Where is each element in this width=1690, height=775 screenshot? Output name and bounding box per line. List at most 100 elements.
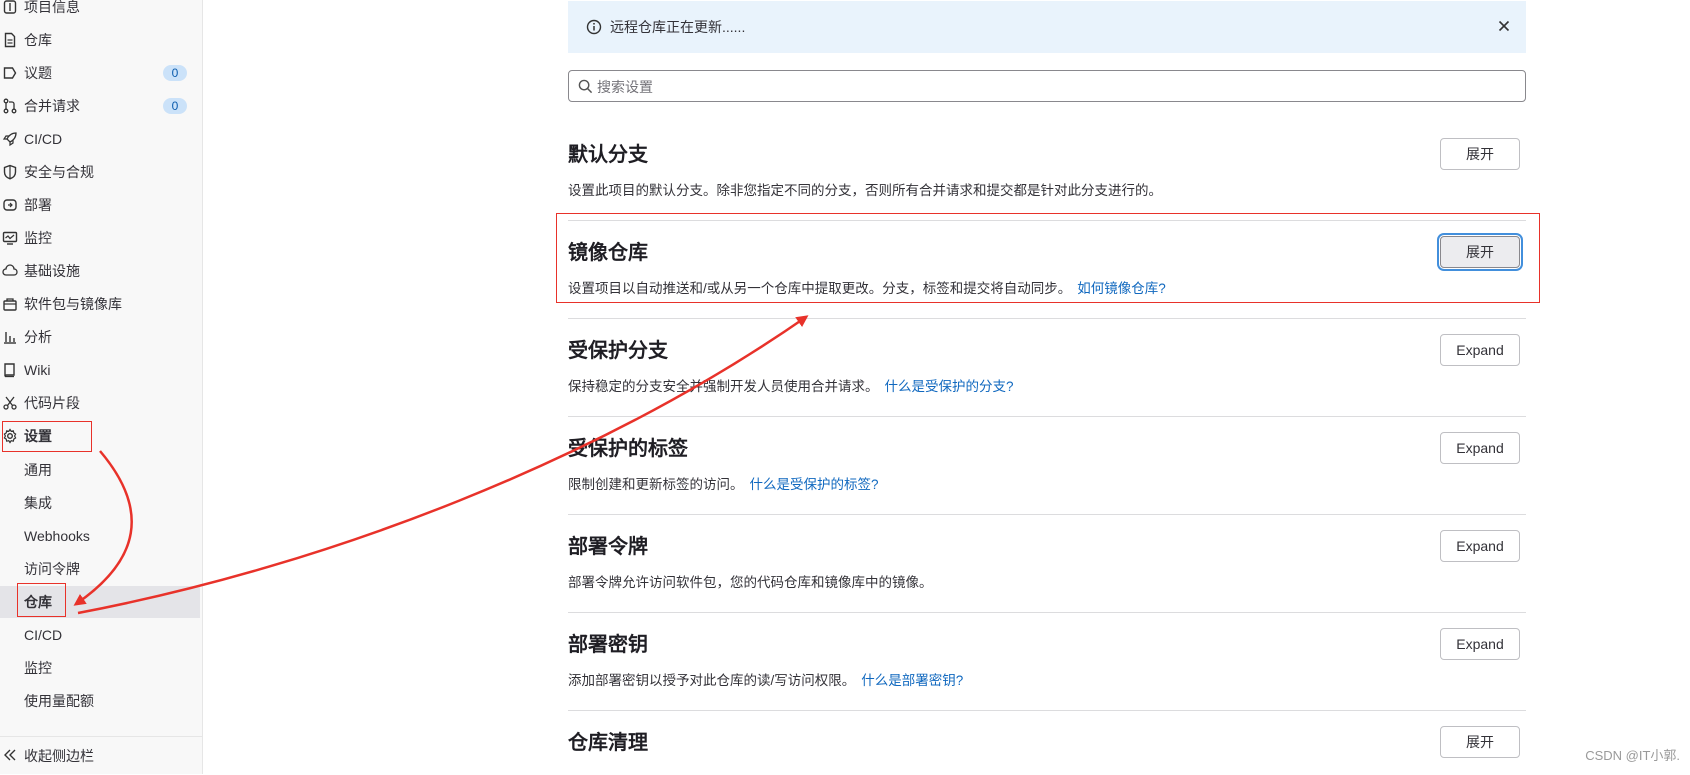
annotation-box-settings xyxy=(2,421,92,452)
sidebar-item-issues[interactable]: 议题 0 xyxy=(0,58,203,88)
sidebar-item-merge-requests[interactable]: 合并请求 0 xyxy=(0,91,203,121)
watermark: CSDN @IT小郭. xyxy=(1585,748,1680,763)
close-icon[interactable] xyxy=(1496,18,1512,37)
sidebar-item-label: 软件包与镜像库 xyxy=(24,296,122,312)
scissors-icon xyxy=(0,393,20,413)
section-title: 默认分支 xyxy=(568,144,648,166)
sidebar-subitem-label: Webhooks xyxy=(24,528,90,544)
section-description-text: 部署令牌允许访问软件包，您的代码仓库和镜像库中的镜像。 xyxy=(568,575,933,590)
sidebar-subitem-label: 访问令牌 xyxy=(24,561,80,577)
sidebar-item-label: 代码片段 xyxy=(24,395,80,411)
sidebar-item-label: 监控 xyxy=(24,230,52,246)
chart-icon xyxy=(0,327,20,347)
expand-button[interactable]: Expand xyxy=(1440,432,1520,464)
repository-icon xyxy=(0,30,20,50)
sidebar-item-cicd[interactable]: CI/CD xyxy=(0,124,203,154)
sidebar-subitem-label: CI/CD xyxy=(24,627,63,643)
help-link[interactable]: 什么是部署密钥? xyxy=(861,673,963,688)
issues-count-badge: 0 xyxy=(163,65,187,81)
sidebar-subitem-webhooks[interactable]: Webhooks xyxy=(0,520,200,552)
merge-requests-count-badge: 0 xyxy=(163,98,187,114)
sidebar-subitem-integrations[interactable]: 集成 xyxy=(0,487,200,519)
section-title: 仓库清理 xyxy=(568,732,648,754)
double-chevron-left-icon xyxy=(2,747,18,766)
help-link[interactable]: 什么是受保护的标签? xyxy=(750,477,879,492)
sidebar-item-label: 仓库 xyxy=(24,32,52,48)
shield-icon xyxy=(0,162,20,182)
sidebar-item-deploy[interactable]: 部署 xyxy=(0,190,203,220)
section-title: 受保护的标签 xyxy=(568,438,688,460)
section-description-text: 添加部署密钥以授予对此仓库的读/写访问权限。 xyxy=(568,673,856,688)
sidebar-item-wiki[interactable]: Wiki xyxy=(0,355,203,385)
section-title: 部署密钥 xyxy=(568,634,648,656)
section-title: 受保护分支 xyxy=(568,340,668,362)
annotation-box-mirror-repository xyxy=(556,213,1540,303)
sidebar-item-security[interactable]: 安全与合规 xyxy=(0,157,203,187)
sidebar-item-label: 项目信息 xyxy=(24,0,80,15)
search-icon xyxy=(578,79,593,99)
sidebar-subitem-label: 集成 xyxy=(24,495,52,511)
section-description-text: 设置此项目的默认分支。除非您指定不同的分支，否则所有合并请求和提交都是针对此分支… xyxy=(568,183,1162,198)
sidebar-item-infrastructure[interactable]: 基础设施 xyxy=(0,256,203,286)
sidebar-subitem-cicd[interactable]: CI/CD xyxy=(0,619,200,651)
expand-button[interactable]: Expand xyxy=(1440,530,1520,562)
expand-button[interactable]: Expand xyxy=(1440,628,1520,660)
sidebar-item-analytics[interactable]: 分析 xyxy=(0,322,203,352)
monitor-icon xyxy=(0,228,20,248)
alert-message: 远程仓库正在更新...... xyxy=(610,19,746,35)
sidebar-item-label: 议题 xyxy=(24,65,52,81)
annotation-box-repository xyxy=(17,583,66,617)
rocket-icon xyxy=(0,129,20,149)
search-input[interactable] xyxy=(595,71,1519,103)
section-description-text: 保持稳定的分支安全并强制开发人员使用合并请求。 xyxy=(568,379,879,394)
sidebar-subitem-label: 通用 xyxy=(24,462,52,478)
section-protected-branches: 受保护分支 保持稳定的分支安全并强制开发人员使用合并请求。 什么是受保护的分支? … xyxy=(568,319,1526,417)
sidebar-item-label: 部署 xyxy=(24,197,52,213)
sidebar: 项目信息 仓库 议题 0 合并请求 0 CI/CD 安全与合规 部署 监控 基础… xyxy=(0,0,203,774)
project-info-icon xyxy=(0,0,20,17)
expand-button[interactable]: Expand xyxy=(1440,334,1520,366)
sidebar-item-monitor[interactable]: 监控 xyxy=(0,223,203,253)
info-alert: 远程仓库正在更新...... xyxy=(568,1,1526,53)
expand-button[interactable]: 展开 xyxy=(1440,726,1520,758)
merge-request-icon xyxy=(0,96,20,116)
sidebar-subitem-monitor[interactable]: 监控 xyxy=(0,652,200,684)
sidebar-item-repository[interactable]: 仓库 xyxy=(0,25,203,55)
collapse-sidebar-button[interactable]: 收起侧边栏 xyxy=(0,736,203,775)
sidebar-subitem-access-tokens[interactable]: 访问令牌 xyxy=(0,553,200,585)
infrastructure-icon xyxy=(0,261,20,281)
sidebar-item-project-info[interactable]: 项目信息 xyxy=(0,0,203,22)
expand-button[interactable]: 展开 xyxy=(1440,138,1520,170)
sidebar-item-label: Wiki xyxy=(24,362,51,378)
sidebar-subitem-label: 使用量配额 xyxy=(24,693,94,709)
sidebar-item-label: CI/CD xyxy=(24,131,63,147)
section-description: 限制创建和更新标签的访问。 什么是受保护的标签? xyxy=(568,473,879,493)
section-deploy-keys: 部署密钥 添加部署密钥以授予对此仓库的读/写访问权限。 什么是部署密钥? Expa… xyxy=(568,613,1526,711)
section-repository-cleanup: 仓库清理 展开 xyxy=(568,711,1526,774)
section-description: 设置此项目的默认分支。除非您指定不同的分支，否则所有合并请求和提交都是针对此分支… xyxy=(568,179,1162,199)
section-description: 保持稳定的分支安全并强制开发人员使用合并请求。 什么是受保护的分支? xyxy=(568,375,1014,395)
info-icon xyxy=(586,19,602,38)
help-link[interactable]: 什么是受保护的分支? xyxy=(885,379,1014,394)
section-default-branch: 默认分支 设置此项目的默认分支。除非您指定不同的分支，否则所有合并请求和提交都是… xyxy=(568,123,1526,221)
collapse-sidebar-label: 收起侧边栏 xyxy=(24,748,94,764)
section-description: 部署令牌允许访问软件包，您的代码仓库和镜像库中的镜像。 xyxy=(568,571,933,591)
section-protected-tags: 受保护的标签 限制创建和更新标签的访问。 什么是受保护的标签? Expand xyxy=(568,417,1526,515)
section-description: 添加部署密钥以授予对此仓库的读/写访问权限。 什么是部署密钥? xyxy=(568,669,963,689)
sidebar-subitem-label: 监控 xyxy=(24,660,52,676)
deploy-icon xyxy=(0,195,20,215)
search-settings xyxy=(568,70,1526,103)
issues-icon xyxy=(0,63,20,83)
sidebar-subitem-usage-quotas[interactable]: 使用量配额 xyxy=(0,685,200,717)
sidebar-item-packages[interactable]: 软件包与镜像库 xyxy=(0,289,203,319)
section-title: 部署令牌 xyxy=(568,536,648,558)
section-deploy-tokens: 部署令牌 部署令牌允许访问软件包，您的代码仓库和镜像库中的镜像。 Expand xyxy=(568,515,1526,613)
book-icon xyxy=(0,360,20,380)
sidebar-item-label: 分析 xyxy=(24,329,52,345)
sidebar-item-label: 基础设施 xyxy=(24,263,80,279)
package-icon xyxy=(0,294,20,314)
sidebar-subitem-general[interactable]: 通用 xyxy=(0,454,200,486)
section-description-text: 限制创建和更新标签的访问。 xyxy=(568,477,744,492)
sidebar-item-label: 安全与合规 xyxy=(24,164,94,180)
sidebar-item-snippets[interactable]: 代码片段 xyxy=(0,388,203,418)
